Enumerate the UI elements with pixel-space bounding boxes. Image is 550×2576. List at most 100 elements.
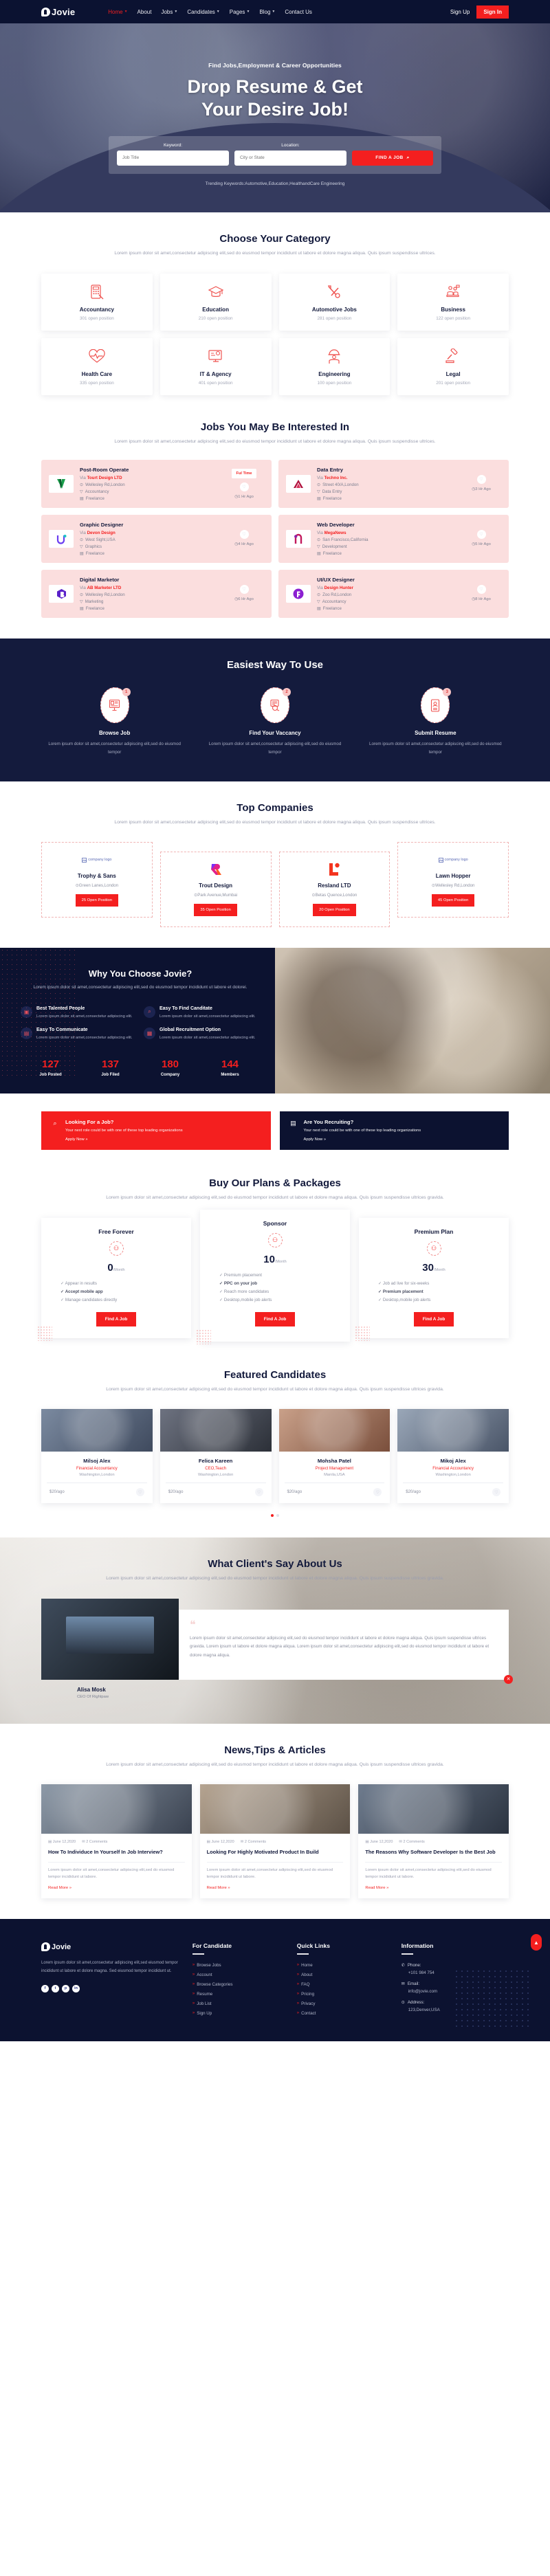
company-card[interactable]: Trout Design ⊙Park Avenue,Mumbai 35 Open… <box>160 852 272 928</box>
plan-card-free[interactable]: Free Forever ⚇ 0/Month ✓ Appear in resul… <box>37 1217 191 1341</box>
nav-item-contact-us[interactable]: Contact Us <box>285 9 312 15</box>
carousel-dot[interactable] <box>276 1514 279 1518</box>
favorite-heart-icon[interactable]: ♡ <box>476 475 486 485</box>
news-card[interactable]: ▤ June 12,2020 ✉ 2 Comments How To Indiv… <box>41 1784 192 1898</box>
candidate-name: Felica Kareen <box>198 1458 233 1465</box>
footer-heading: Quick Links <box>297 1942 390 1955</box>
footer-link[interactable]: » About <box>297 1973 390 1977</box>
category-card[interactable]: Business 122 open position <box>397 273 509 331</box>
category-card[interactable]: Health Care 335 open position <box>41 337 153 395</box>
looking-for-job-banner[interactable]: ⌕ Looking For a Job? Your next role coul… <box>41 1111 271 1151</box>
footer-link[interactable]: » Privacy <box>297 2001 390 2006</box>
favorite-heart-icon[interactable]: ♡ <box>373 1488 382 1497</box>
are-you-recruiting-banner[interactable]: ▤ Are You Recruiting? Your next role cou… <box>279 1111 509 1151</box>
facebook-icon[interactable]: f <box>41 1984 49 1992</box>
footer-link[interactable]: » Contact <box>297 2011 390 2016</box>
job-card[interactable]: Post-Room Operate Via Tourt Design LTD ⊙… <box>41 460 272 509</box>
nav-item-jobs[interactable]: Jobs ▼ <box>161 9 177 15</box>
job-card[interactable]: Data Entry Via Techno Inc. ⊙ Street 40/A,… <box>278 460 509 509</box>
footer-link[interactable]: » Pricing <box>297 1992 390 1997</box>
footer-link[interactable]: » Job List <box>192 2001 286 2006</box>
favorite-heart-icon[interactable]: ♡ <box>476 530 486 540</box>
company-card[interactable]: Resland LTD ⊙Betas Quence,London 20 Open… <box>278 852 390 928</box>
company-card[interactable]: company logo Lawn Hopper ⊙Wellesley Rd,L… <box>397 842 509 918</box>
read-more-link[interactable]: Read More » <box>365 1886 388 1890</box>
plan-card-sponsor[interactable]: Sponsor ⚇ 10/Month ✓ Premium placement ✓… <box>196 1209 350 1344</box>
sign-in-button[interactable]: Sign In <box>476 5 509 19</box>
favorite-heart-icon[interactable]: ♡ <box>239 482 249 492</box>
candidate-card[interactable]: Mohsha Patel Project Management Manila,U… <box>278 1409 390 1504</box>
job-card[interactable]: Web Developer Via MegaNews ⊙ San Francisc… <box>278 515 509 564</box>
favorite-heart-icon[interactable]: ♡ <box>239 585 249 595</box>
job-right: ♡ ◷4 Hr Ago <box>224 522 264 556</box>
read-more-link[interactable]: Read More » <box>207 1886 230 1890</box>
category-card[interactable]: IT & Agency 401 open position <box>160 337 272 395</box>
nav-item-blog[interactable]: Blog ▼ <box>259 9 275 15</box>
footer-logo[interactable]: Jovie <box>41 1942 182 1951</box>
news-section: News,Tips & Articles Lorem ipsum dolor s… <box>0 1724 550 1919</box>
candidate-card[interactable]: Milsoj Alex Financial Accountancy Washin… <box>41 1409 153 1504</box>
close-icon[interactable]: ✕ <box>504 1674 513 1684</box>
plan-find-a-job-button[interactable]: Find A Job <box>96 1311 137 1326</box>
job-card[interactable]: UI/UX Designer Via Design Hunter ⊙ Zoo Rd… <box>278 570 509 619</box>
open-position-button[interactable]: 35 Open Position <box>194 904 237 917</box>
footer-link[interactable]: » FAQ <box>297 1982 390 1987</box>
candidate-card[interactable]: Felica Kareen CEO,Teach Washington,Londo… <box>160 1409 272 1504</box>
testimonial-author-name: Alisa Mosk <box>77 1686 106 1693</box>
footer-link[interactable]: » Account <box>192 1973 286 1977</box>
nav-item-candidates[interactable]: Candidates ▼ <box>187 9 219 15</box>
read-more-link[interactable]: Read More » <box>48 1886 72 1890</box>
filter-icon: ▽ <box>317 489 320 495</box>
plan-find-a-job-button[interactable]: Find A Job <box>413 1311 454 1326</box>
hero-content: Find Jobs,Employment & Career Opportunit… <box>0 23 550 174</box>
job-card[interactable]: Digital Marketor Via AB Marketer LTD ⊙ We… <box>41 570 272 619</box>
nav-item-home[interactable]: Home ▼ <box>108 9 127 15</box>
open-position-button[interactable]: 25 Open Position <box>75 894 119 907</box>
footer-link[interactable]: » Resume <box>192 1992 286 1997</box>
cta-apply-link[interactable]: Apply Now » <box>304 1137 327 1142</box>
nav-item-pages[interactable]: Pages ▼ <box>230 9 250 15</box>
category-card[interactable]: Engineering 100 open position <box>278 337 390 395</box>
scroll-to-top-button[interactable]: ▲ <box>531 1934 542 1951</box>
favorite-heart-icon[interactable]: ♡ <box>492 1488 500 1497</box>
carousel-dot-active[interactable] <box>271 1514 274 1518</box>
news-card[interactable]: ▤ June 12,2020 ✉ 2 Comments The Reasons … <box>358 1784 509 1898</box>
location-input[interactable] <box>234 150 346 166</box>
favorite-heart-icon[interactable]: ♡ <box>254 1488 263 1497</box>
category-card[interactable]: Accountancy 301 open position <box>41 273 153 331</box>
news-card[interactable]: ▤ June 12,2020 ✉ 2 Comments Looking For … <box>199 1784 351 1898</box>
favorite-heart-icon[interactable]: ♡ <box>476 585 486 595</box>
linkedin-icon[interactable]: in <box>72 1984 80 1992</box>
plan-card-premium[interactable]: Premium Plan ⚇ 30/Month ✓ Job ad live fo… <box>355 1217 509 1341</box>
candidate-card[interactable]: Mikoj Alex Financial Accountancy Washing… <box>397 1409 509 1504</box>
pinterest-icon[interactable]: p <box>62 1984 69 1992</box>
candidate-body: Mikoj Alex Financial Accountancy Washing… <box>397 1452 509 1503</box>
favorite-heart-icon[interactable]: ♡ <box>135 1488 144 1497</box>
category-card[interactable]: Legal 201 open position <box>397 337 509 395</box>
job-title: Web Developer <box>317 522 355 529</box>
nav-item-about[interactable]: About <box>138 9 152 15</box>
divider <box>206 1861 344 1863</box>
company-card[interactable]: company logo Trophy & Sans ⊙Green Lanes,… <box>41 842 153 918</box>
category-card[interactable]: Automotive Jobs 281 open position <box>278 273 390 331</box>
open-position-button[interactable]: 20 Open Position <box>313 904 356 917</box>
candidates-section: Featured Candidates Lorem ipsum dolor si… <box>0 1362 550 1538</box>
open-position-button[interactable]: 45 Open Position <box>431 894 475 907</box>
category-positions: 100 open position <box>317 380 352 386</box>
site-logo[interactable]: Jovie <box>41 7 75 17</box>
plan-find-a-job-button[interactable]: Find A Job <box>254 1311 296 1326</box>
twitter-icon[interactable]: t <box>52 1984 59 1992</box>
job-card[interactable]: Graphic Designer Via Devon Design ⊙ West … <box>41 515 272 564</box>
footer-link[interactable]: » Home <box>297 1963 390 1968</box>
footer-link[interactable]: » Browse Jobs <box>192 1963 286 1968</box>
job-company: Via Devon Design <box>80 531 116 536</box>
keyword-input[interactable] <box>117 150 229 166</box>
candidate-rate: $20/ago <box>287 1490 302 1495</box>
find-a-job-button[interactable]: FIND A JOB ⌕ <box>352 150 433 166</box>
footer-link[interactable]: » Browse Categories <box>192 1982 286 1987</box>
footer-link[interactable]: » Sign Up <box>192 2011 286 2016</box>
favorite-heart-icon[interactable]: ♡ <box>239 530 249 540</box>
category-card[interactable]: Education 210 open position <box>160 273 272 331</box>
cta-apply-link[interactable]: Apply Now » <box>65 1137 88 1142</box>
sign-up-link[interactable]: Sign Up <box>450 9 470 15</box>
